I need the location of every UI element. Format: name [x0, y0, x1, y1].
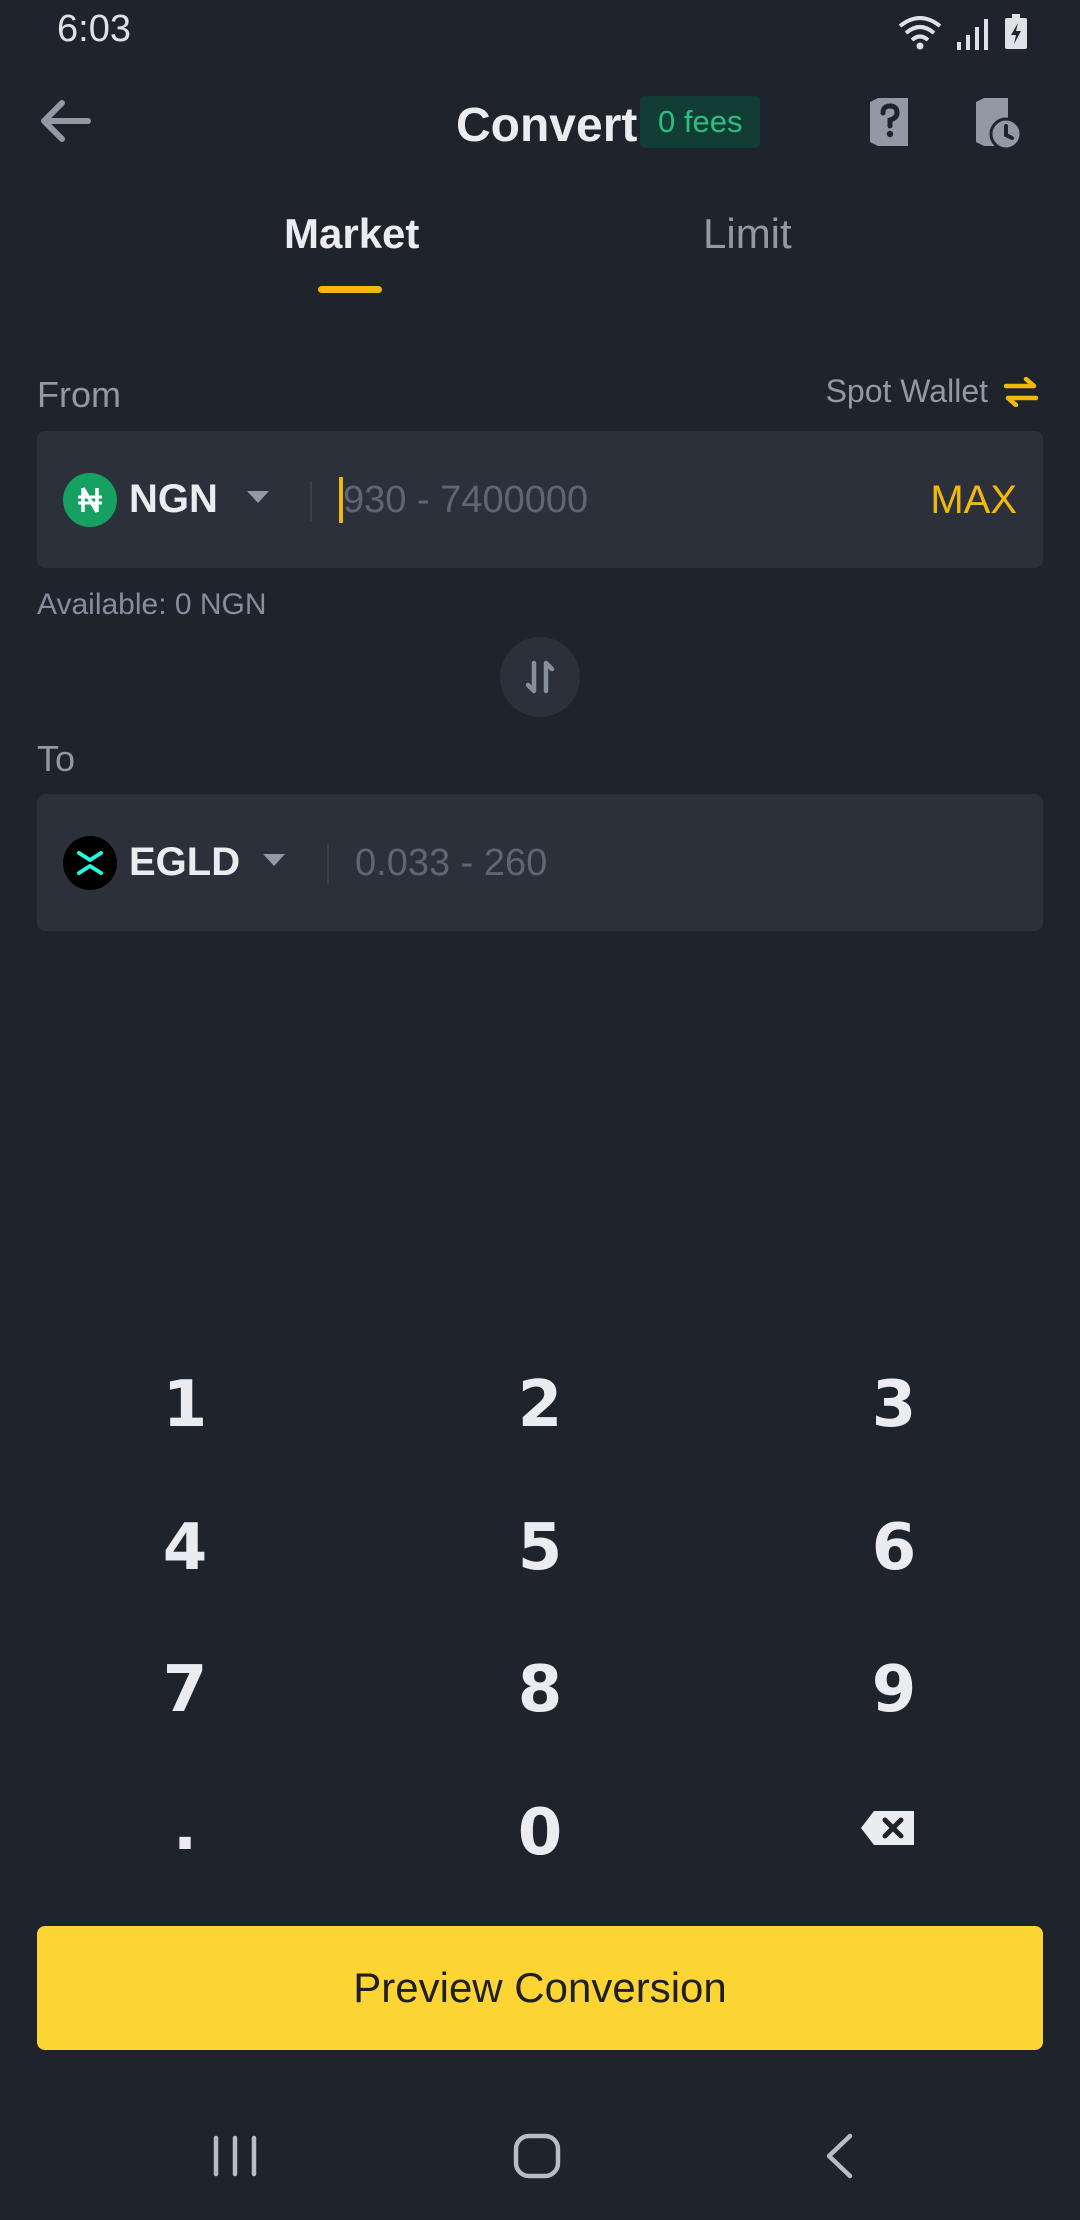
key-0[interactable]: 0	[390, 1773, 690, 1893]
from-amount-placeholder[interactable]: 930 - 7400000	[343, 479, 588, 522]
key-decimal[interactable]: .	[35, 1768, 335, 1888]
to-amount-placeholder[interactable]: 0.033 - 260	[355, 842, 547, 885]
from-label: From	[37, 374, 121, 415]
preview-conversion-button[interactable]: Preview Conversion	[37, 1926, 1043, 2050]
fees-badge: 0 fees	[640, 96, 761, 148]
swap-icon	[525, 660, 555, 694]
key-3[interactable]: 3	[744, 1345, 1044, 1465]
tab-market[interactable]: Market	[284, 210, 419, 258]
key-2[interactable]: 2	[390, 1345, 690, 1465]
key-8[interactable]: 8	[390, 1630, 690, 1750]
tab-limit[interactable]: Limit	[703, 210, 792, 258]
max-button[interactable]: MAX	[930, 478, 1017, 523]
to-label: To	[37, 738, 76, 779]
battery-icon	[1005, 14, 1027, 49]
key-5[interactable]: 5	[390, 1488, 690, 1608]
to-asset-name[interactable]: EGLD	[129, 840, 240, 885]
key-4[interactable]: 4	[35, 1488, 335, 1608]
spot-wallet-selector[interactable]: Spot Wallet	[826, 373, 1038, 410]
signal-icon	[957, 19, 988, 50]
home-icon[interactable]	[512, 2132, 562, 2180]
chevron-down-icon[interactable]	[247, 491, 269, 503]
divider	[310, 481, 312, 521]
key-backspace[interactable]	[738, 1768, 1038, 1888]
help-icon[interactable]	[866, 96, 912, 148]
transfer-icon	[1004, 376, 1038, 407]
recent-apps-icon[interactable]	[212, 2132, 258, 2180]
nav-back-icon[interactable]	[822, 2132, 856, 2180]
egld-coin-icon	[63, 836, 117, 890]
divider	[327, 844, 329, 884]
backspace-icon	[861, 1811, 914, 1845]
wifi-icon	[898, 16, 942, 50]
text-cursor	[339, 477, 343, 523]
key-7[interactable]: 7	[35, 1630, 335, 1750]
page-title: Convert	[456, 99, 638, 152]
tab-active-indicator	[318, 286, 382, 293]
swap-button[interactable]	[500, 637, 580, 717]
key-1[interactable]: 1	[35, 1345, 335, 1465]
history-icon[interactable]	[972, 96, 1022, 150]
status-icons	[898, 14, 1028, 50]
key-9[interactable]: 9	[744, 1630, 1044, 1750]
header: Convert 0 fees	[0, 92, 1080, 162]
from-asset-name[interactable]: NGN	[129, 477, 218, 522]
chevron-down-icon[interactable]	[263, 854, 285, 866]
available-balance: Available: 0 NGN	[37, 588, 267, 621]
key-6[interactable]: 6	[744, 1488, 1044, 1608]
to-amount-field[interactable]: EGLD 0.033 - 260	[37, 794, 1043, 931]
spot-wallet-label: Spot Wallet	[825, 373, 988, 409]
status-time: 6:03	[57, 8, 131, 50]
ngn-coin-icon	[63, 473, 117, 527]
from-amount-field[interactable]: NGN 930 - 7400000 MAX	[37, 431, 1043, 568]
